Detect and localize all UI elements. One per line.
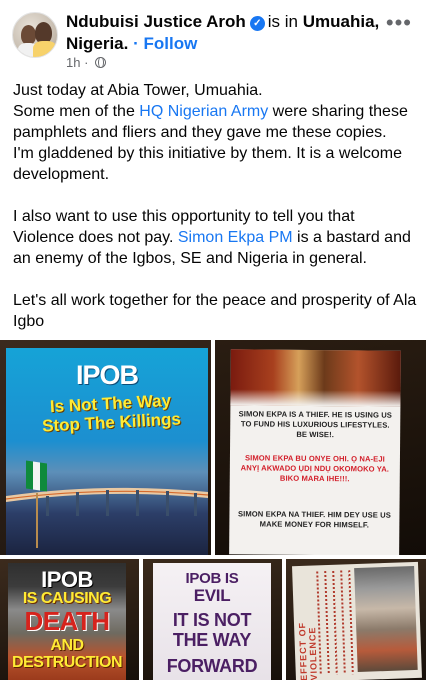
pamphlet-cover-dark: IPOB IS CAUSING DEATH AND DESTRUCTION	[8, 563, 126, 680]
text-column	[332, 570, 338, 675]
cover-line-5: DESTRUCTION	[11, 654, 123, 671]
flier-effect-of-violence: EFFECT OF VIOLENCE	[292, 561, 422, 680]
flier-text-pidgin: SIMON EKPA NA THIEF. HIM DEY USE US MAKE…	[237, 509, 391, 530]
pamphlet-cover-blue: IPOB Is Not The Way Stop The Killings	[6, 348, 208, 555]
photo-effect-of-violence[interactable]: EFFECT OF VIOLENCE	[286, 559, 426, 680]
header-dot: ·	[133, 34, 139, 53]
more-options-icon[interactable]: •••	[386, 10, 412, 36]
post-meta: 1h ·	[66, 55, 107, 70]
photo-ipob-causing-death[interactable]: IPOB IS CAUSING DEATH AND DESTRUCTION	[0, 559, 139, 680]
post-header-text: Ndubuisi Justice Aroh ✓ is in Umuahia, Nig…	[66, 11, 386, 55]
flier-crowd-photo	[354, 565, 418, 673]
hq-nigerian-army-link[interactable]: HQ Nigerian Army	[139, 103, 268, 120]
cover-line-4: THE WAY	[172, 630, 252, 650]
photo-ipob-is-evil[interactable]: IPOB IS EVIL IT IS NOT THE WAY FORWARD	[143, 559, 282, 680]
cover-line-3: IT IS NOT	[172, 610, 252, 630]
cover-line-1: IPOB	[41, 567, 93, 592]
is-in-label: is in	[267, 12, 299, 31]
post-time[interactable]: 1h	[66, 55, 80, 70]
text-column	[340, 570, 346, 675]
body-p1-pre: Some men of the	[13, 103, 140, 120]
nigeria-flag-icon	[26, 460, 48, 497]
verified-badge-icon: ✓	[249, 16, 265, 31]
text-column	[348, 570, 354, 675]
cover-line-3: DEATH	[24, 606, 110, 636]
cover-line-1: IPOB IS	[185, 570, 239, 587]
photo-grid: IPOB Is Not The Way Stop The Killings SI…	[0, 340, 426, 680]
body-line-1: Just today at Abia Tower, Umuahia.	[13, 82, 263, 99]
flier-text-igbo: SIMON EKPA BU ONYE OHI. Ọ NA-EJI ANYỊ AK…	[240, 453, 390, 484]
pamphlet-subtitle: Is Not The Way Stop The Killings	[9, 389, 211, 438]
text-column	[324, 571, 330, 676]
photo-ipob-not-the-way[interactable]: IPOB Is Not The Way Stop The Killings	[0, 340, 211, 555]
pamphlet-title: IPOB	[75, 360, 139, 390]
simon-ekpa-link[interactable]: Simon Ekpa PM	[178, 229, 293, 246]
flier-photo	[230, 349, 401, 407]
globe-icon	[95, 56, 107, 68]
author-avatar[interactable]	[12, 12, 58, 58]
body-paragraph-2: I also want to use this opportunity to t…	[13, 206, 417, 269]
flier-vertical-title: EFFECT OF VIOLENCE	[296, 621, 320, 680]
cover-line-5: FORWARD	[166, 656, 258, 676]
flier-text-english: SIMON EKPA IS A THIEF. HE IS USING US TO…	[238, 409, 393, 440]
post-header: Ndubuisi Justice Aroh ✓ is in Umuahia, Nig…	[0, 0, 426, 74]
flier-sheet: SIMON EKPA IS A THIEF. HE IS USING US TO…	[229, 349, 401, 555]
cover-line-2: EVIL	[193, 586, 231, 605]
post-body: Just today at Abia Tower, Umuahia. Some …	[13, 80, 417, 332]
cover-line-2: IS CAUSING	[22, 590, 112, 607]
author-name[interactable]: Ndubuisi Justice Aroh	[66, 12, 246, 31]
pamphlet-cover-white: IPOB IS EVIL IT IS NOT THE WAY FORWARD	[153, 563, 271, 680]
follow-button[interactable]: Follow	[144, 34, 198, 53]
photo-simon-ekpa-flier[interactable]: SIMON EKPA IS A THIEF. HE IS USING US TO…	[215, 340, 426, 555]
cover-line-4: AND	[50, 637, 84, 654]
meta-separator: ·	[84, 55, 89, 70]
body-line-3: I'm gladdened by this initiative by them…	[13, 145, 403, 183]
body-paragraph-1: Some men of the HQ Nigerian Army were sh…	[13, 101, 417, 143]
avatar-person-1	[21, 25, 36, 45]
body-paragraph-3: Let's all work together for the peace an…	[13, 292, 417, 330]
flag-pole	[36, 493, 38, 548]
avatar-body-2	[33, 41, 57, 57]
